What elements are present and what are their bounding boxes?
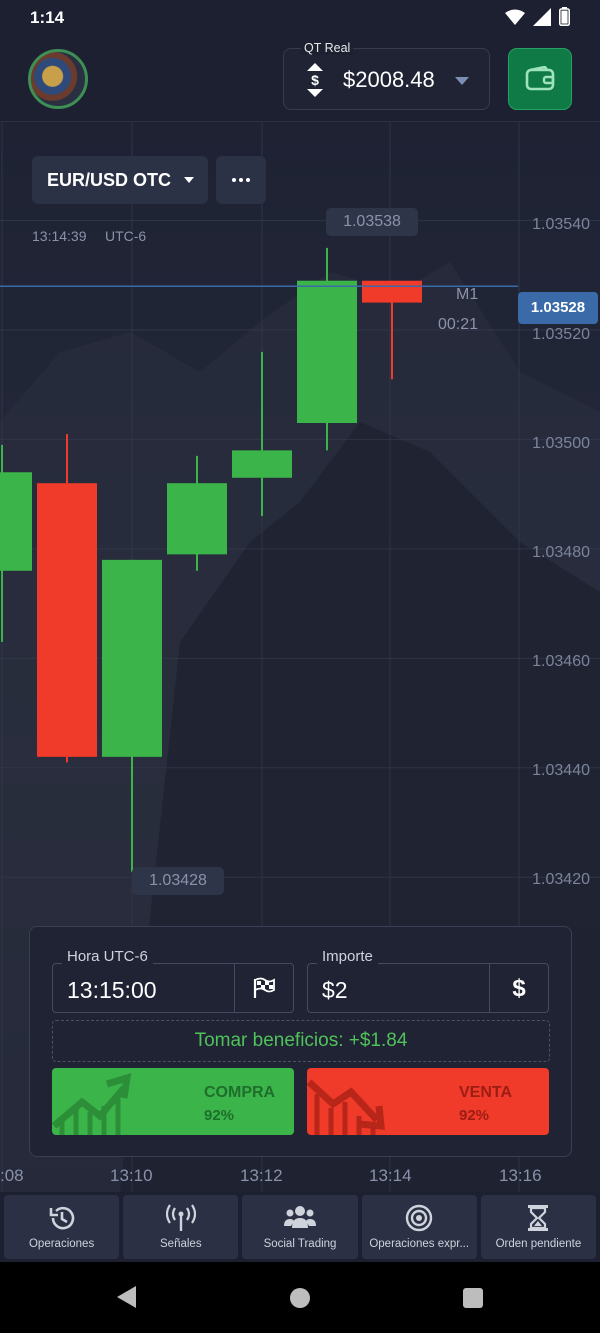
- x-axis-label: 13:12: [240, 1166, 283, 1185]
- chevron-down-icon: [455, 77, 469, 85]
- candle-bullish: [102, 559, 162, 757]
- y-axis-label: 1.03480: [532, 544, 590, 561]
- wifi-icon: [505, 9, 525, 25]
- nav-label: Social Trading: [263, 1238, 337, 1250]
- caret-down-icon: [184, 177, 194, 183]
- nav-item-social-trading[interactable]: Social Trading: [242, 1195, 358, 1259]
- buy-label: COMPRA: [204, 1084, 276, 1101]
- trend-down-icon: [307, 1079, 385, 1135]
- nav-label: Señales: [160, 1238, 202, 1250]
- candle-bullish: [297, 280, 357, 424]
- dot-icon: [246, 178, 250, 182]
- recent-apps-icon[interactable]: [463, 1288, 483, 1308]
- expiry-time-value: 13:15:00: [67, 977, 157, 1003]
- history-icon: [49, 1206, 74, 1230]
- candle-bullish: [0, 472, 32, 571]
- account-selector[interactable]: $ $2008.48: [283, 48, 490, 110]
- svg-text:$: $: [311, 72, 319, 88]
- sell-payout: 92%: [459, 1107, 490, 1124]
- x-axis-label: :08: [0, 1166, 24, 1185]
- account-type-label: QT Real: [301, 41, 354, 55]
- currency-button[interactable]: $: [489, 964, 548, 1012]
- y-axis-label: 1.03460: [532, 653, 590, 670]
- more-options-button[interactable]: [216, 156, 266, 204]
- nav-item-operaciones-express[interactable]: Operaciones expr...: [361, 1195, 477, 1259]
- current-price-badge: 1.03528: [518, 292, 598, 324]
- battery-icon: [559, 7, 570, 26]
- nav-item-orden-pendiente[interactable]: Orden pendiente: [480, 1195, 597, 1259]
- expiry-flag-button[interactable]: [234, 964, 293, 1012]
- y-axis-label: 1.03440: [532, 762, 590, 779]
- asset-selector-button[interactable]: EUR/USD OTC: [32, 156, 208, 204]
- y-axis-label: 1.03420: [532, 871, 590, 888]
- hourglass-icon: [528, 1205, 549, 1231]
- status-bar: 1:14: [0, 0, 600, 36]
- nav-item-operaciones[interactable]: Operaciones: [4, 1195, 120, 1259]
- buy-button[interactable]: COMPRA 92%: [52, 1068, 294, 1135]
- amount-label: Importe: [317, 948, 378, 965]
- amount-field[interactable]: Importe $2 $: [307, 948, 549, 1013]
- x-axis-label: 13:16: [499, 1166, 542, 1185]
- sell-label: VENTA: [459, 1084, 513, 1101]
- status-icons: [505, 7, 570, 26]
- x-axis-label: 13:14: [369, 1166, 412, 1185]
- server-time: 13:14:39: [32, 228, 87, 244]
- avatar[interactable]: [28, 49, 88, 109]
- take-profit-field[interactable]: Tomar beneficios: +$1.84: [52, 1020, 550, 1062]
- y-axis-label: 1.03500: [532, 435, 590, 452]
- expiry-time-field[interactable]: Hora UTC-6 13:15:00: [52, 948, 294, 1013]
- sell-button[interactable]: VENTA 92%: [307, 1068, 549, 1135]
- y-axis-label: 1.03540: [532, 216, 590, 233]
- home-icon[interactable]: [290, 1288, 310, 1308]
- trade-panel: Hora UTC-6 13:15:00 Importe $2 $ Tomar b…: [29, 926, 572, 1157]
- candle-bullish: [232, 450, 292, 478]
- amount-value: $2: [322, 977, 348, 1003]
- nav-label: Operaciones: [28, 1238, 95, 1250]
- dollar-icon: $: [512, 975, 526, 1001]
- timezone-label: UTC-6: [105, 228, 147, 244]
- dot-icon: [232, 178, 236, 182]
- dollar-switch-icon: $: [307, 63, 323, 97]
- cell-signal-icon: [533, 7, 551, 26]
- nav-label: Orden pendiente: [495, 1238, 582, 1250]
- low-price-tag: 1.03428: [132, 867, 224, 895]
- svg-text:$: $: [512, 975, 526, 1001]
- y-axis-label: 1.03520: [532, 326, 590, 343]
- status-time: 1:14: [30, 8, 65, 27]
- dot-icon: [239, 178, 243, 182]
- finish-flag-icon: [253, 977, 275, 998]
- wallet-icon: [525, 66, 555, 91]
- expiry-time-label: Hora UTC-6: [62, 948, 153, 965]
- nav-label: Operaciones expr...: [369, 1238, 470, 1250]
- bottom-navigation: Operaciones Señales Social Trading Opera…: [0, 1192, 600, 1262]
- candle-bearish: [37, 483, 97, 757]
- candle-bullish: [167, 483, 227, 555]
- app-header: QT Real $ $2008.48: [0, 36, 600, 122]
- asset-pair-label: EUR/USD OTC: [47, 169, 172, 190]
- back-icon[interactable]: [117, 1286, 136, 1308]
- system-navigation-bar: [0, 1262, 600, 1333]
- wallet-button[interactable]: [508, 48, 572, 110]
- signal-antenna-icon: [165, 1204, 196, 1231]
- account-balance: $2008.48: [343, 67, 435, 92]
- trading-app: 1:14 QT Real $ $2008.48 EUR/USD OTC 13:1…: [0, 0, 600, 1262]
- candle-bearish: [362, 280, 422, 303]
- x-axis-label: 13:10: [110, 1166, 153, 1185]
- timeframe-label: M1: [456, 286, 479, 303]
- people-icon: [284, 1206, 316, 1228]
- buy-payout: 92%: [204, 1107, 235, 1124]
- candle-countdown: 00:21: [438, 316, 479, 333]
- high-price-tag: 1.03538: [326, 208, 418, 236]
- nav-item-senales[interactable]: Señales: [123, 1195, 239, 1259]
- target-icon: [406, 1204, 433, 1232]
